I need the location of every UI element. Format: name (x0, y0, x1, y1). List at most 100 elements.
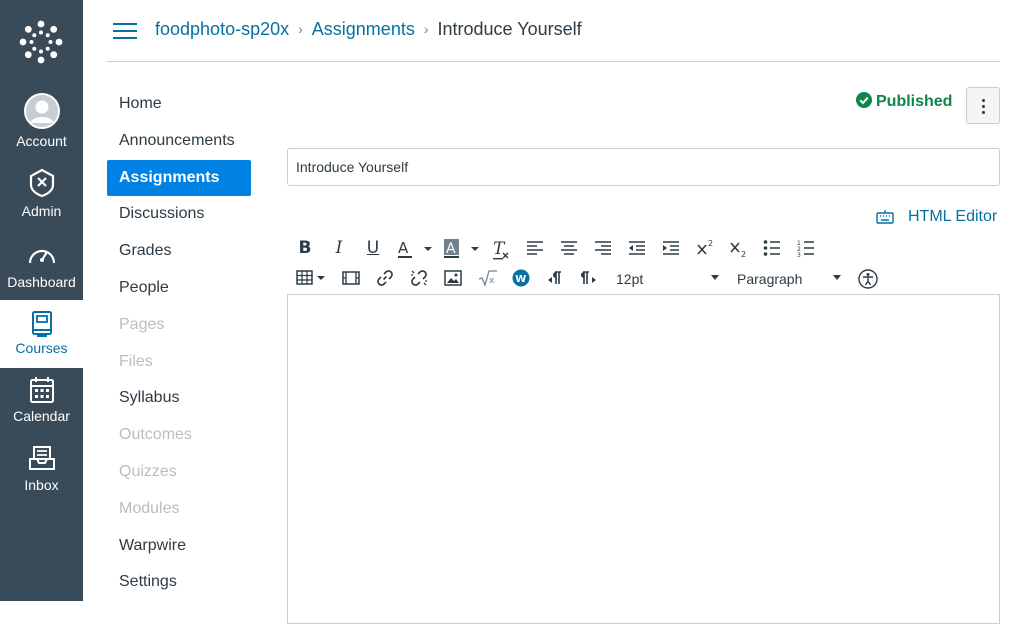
breadcrumb: foodphoto-sp20x › Assignments › Introduce Yo… (155, 19, 582, 40)
paragraph-ltr-icon (548, 271, 561, 284)
block-format-value: Paragraph (737, 271, 803, 287)
keyboard-icon (876, 210, 894, 224)
bold-button[interactable]: B (296, 238, 314, 258)
table-button[interactable] (296, 269, 326, 287)
film-icon (342, 271, 360, 285)
numbered-list-icon: 123 (797, 240, 814, 257)
bullet-list-button[interactable] (763, 239, 781, 257)
rich-content-editor-body[interactable] (287, 294, 1000, 624)
course-nav-warpwire[interactable]: Warpwire (107, 528, 251, 564)
course-nav-files: Files (119, 353, 153, 370)
svg-text:3: 3 (797, 252, 801, 257)
embed-media-button[interactable] (342, 270, 360, 286)
table-icon (296, 270, 325, 285)
align-left-button[interactable] (526, 239, 544, 257)
superscript-button[interactable]: 2 (696, 238, 716, 258)
breadcrumb-course-link[interactable]: foodphoto-sp20x (155, 19, 289, 39)
font-size-select[interactable]: 12pt (616, 268, 720, 290)
accessibility-checker-button[interactable] (858, 269, 878, 289)
insert-link-button[interactable] (376, 269, 394, 287)
insert-image-button[interactable] (444, 270, 462, 286)
shield-icon (29, 168, 54, 198)
accessibility-icon (858, 269, 878, 289)
text-color-icon: A (398, 239, 432, 258)
paragraph-rtl-icon (581, 271, 596, 284)
breadcrumb-assignments-link[interactable]: Assignments (312, 19, 415, 39)
course-nav-pages: Pages (119, 316, 165, 333)
global-nav-account[interactable]: Account (0, 84, 83, 152)
underline-icon: U (366, 238, 380, 258)
global-nav-calendar[interactable]: Calendar (0, 368, 83, 436)
image-icon (444, 270, 462, 286)
align-right-button[interactable] (594, 239, 612, 257)
remove-link-button[interactable] (410, 269, 428, 287)
course-nav-modules: Modules (119, 500, 180, 517)
underline-button[interactable]: U (364, 238, 382, 258)
global-nav-label: Calendar (13, 408, 70, 424)
bold-icon: B (298, 238, 312, 258)
breadcrumb-separator: › (298, 21, 303, 37)
breadcrumb-current: Introduce Yourself (437, 19, 582, 39)
book-icon (31, 311, 52, 337)
page-header: foodphoto-sp20x › Assignments › Introduce Yo… (107, 0, 1000, 62)
global-nav-admin[interactable]: Admin (0, 158, 83, 226)
global-navigation: Account Admin Dashboard Courses Calendar… (0, 0, 83, 601)
ltr-direction-button[interactable] (546, 269, 564, 287)
svg-text:A: A (446, 241, 456, 257)
global-nav-dashboard[interactable]: Dashboard (0, 231, 83, 299)
text-color-button[interactable]: A (396, 238, 434, 260)
align-center-icon (561, 241, 577, 255)
math-equation-button[interactable]: x (478, 269, 498, 287)
align-left-icon (527, 241, 543, 255)
global-nav-inbox[interactable]: Inbox (0, 437, 83, 505)
superscript-icon: 2 (697, 239, 713, 255)
chevron-down-icon (711, 275, 719, 280)
italic-button[interactable]: I (330, 238, 348, 258)
canvas-logo-icon[interactable] (18, 19, 64, 65)
square-root-icon: x (478, 270, 497, 287)
link-icon (377, 270, 393, 286)
course-nav-announcements[interactable]: Announcements (107, 123, 251, 159)
warpwire-icon: W (512, 269, 530, 287)
hamburger-menu-icon[interactable] (113, 21, 137, 41)
more-options-button[interactable] (966, 87, 1000, 124)
course-nav-syllabus[interactable]: Syllabus (107, 380, 251, 416)
clear-formatting-icon: T (493, 239, 509, 260)
html-editor-label: HTML Editor (908, 208, 998, 225)
clear-formatting-button[interactable]: T (490, 238, 512, 260)
indent-icon (663, 241, 679, 255)
subscript-icon: 2 (730, 242, 746, 258)
block-format-select[interactable]: Paragraph (737, 268, 842, 290)
avatar-icon (23, 93, 60, 129)
italic-icon: I (335, 238, 343, 258)
warpwire-button[interactable]: W (512, 269, 530, 287)
html-editor-toggle[interactable]: HTML Editor (876, 208, 997, 226)
global-nav-courses[interactable]: Courses (0, 300, 83, 368)
course-nav-outcomes: Outcomes (119, 426, 192, 443)
course-nav-home[interactable]: Home (107, 86, 251, 122)
course-nav-assignments[interactable]: Assignments (107, 160, 251, 196)
unlink-icon (411, 270, 427, 286)
align-center-button[interactable] (560, 239, 578, 257)
subscript-button[interactable]: 2 (729, 238, 749, 258)
indent-button[interactable] (662, 239, 680, 257)
global-nav-label: Courses (15, 340, 68, 356)
global-nav-label: Admin (21, 203, 62, 219)
course-nav-people[interactable]: People (107, 270, 251, 306)
outdent-button[interactable] (628, 239, 646, 257)
global-nav-label: Account (16, 133, 67, 149)
check-circle-icon (856, 92, 872, 108)
svg-text:A: A (398, 239, 409, 257)
course-nav-settings[interactable]: Settings (107, 564, 251, 600)
numbered-list-button[interactable]: 123 (797, 239, 815, 257)
svg-text:2: 2 (741, 250, 746, 258)
course-nav-grades[interactable]: Grades (107, 233, 251, 269)
font-size-value: 12pt (616, 271, 644, 287)
background-color-button[interactable]: A (442, 238, 480, 260)
rtl-direction-button[interactable] (580, 269, 598, 287)
course-nav-discussions[interactable]: Discussions (107, 196, 251, 232)
published-status: Published (856, 92, 952, 111)
assignment-title-input[interactable] (287, 148, 1000, 186)
svg-text:x: x (489, 276, 495, 286)
published-label: Published (876, 93, 953, 110)
